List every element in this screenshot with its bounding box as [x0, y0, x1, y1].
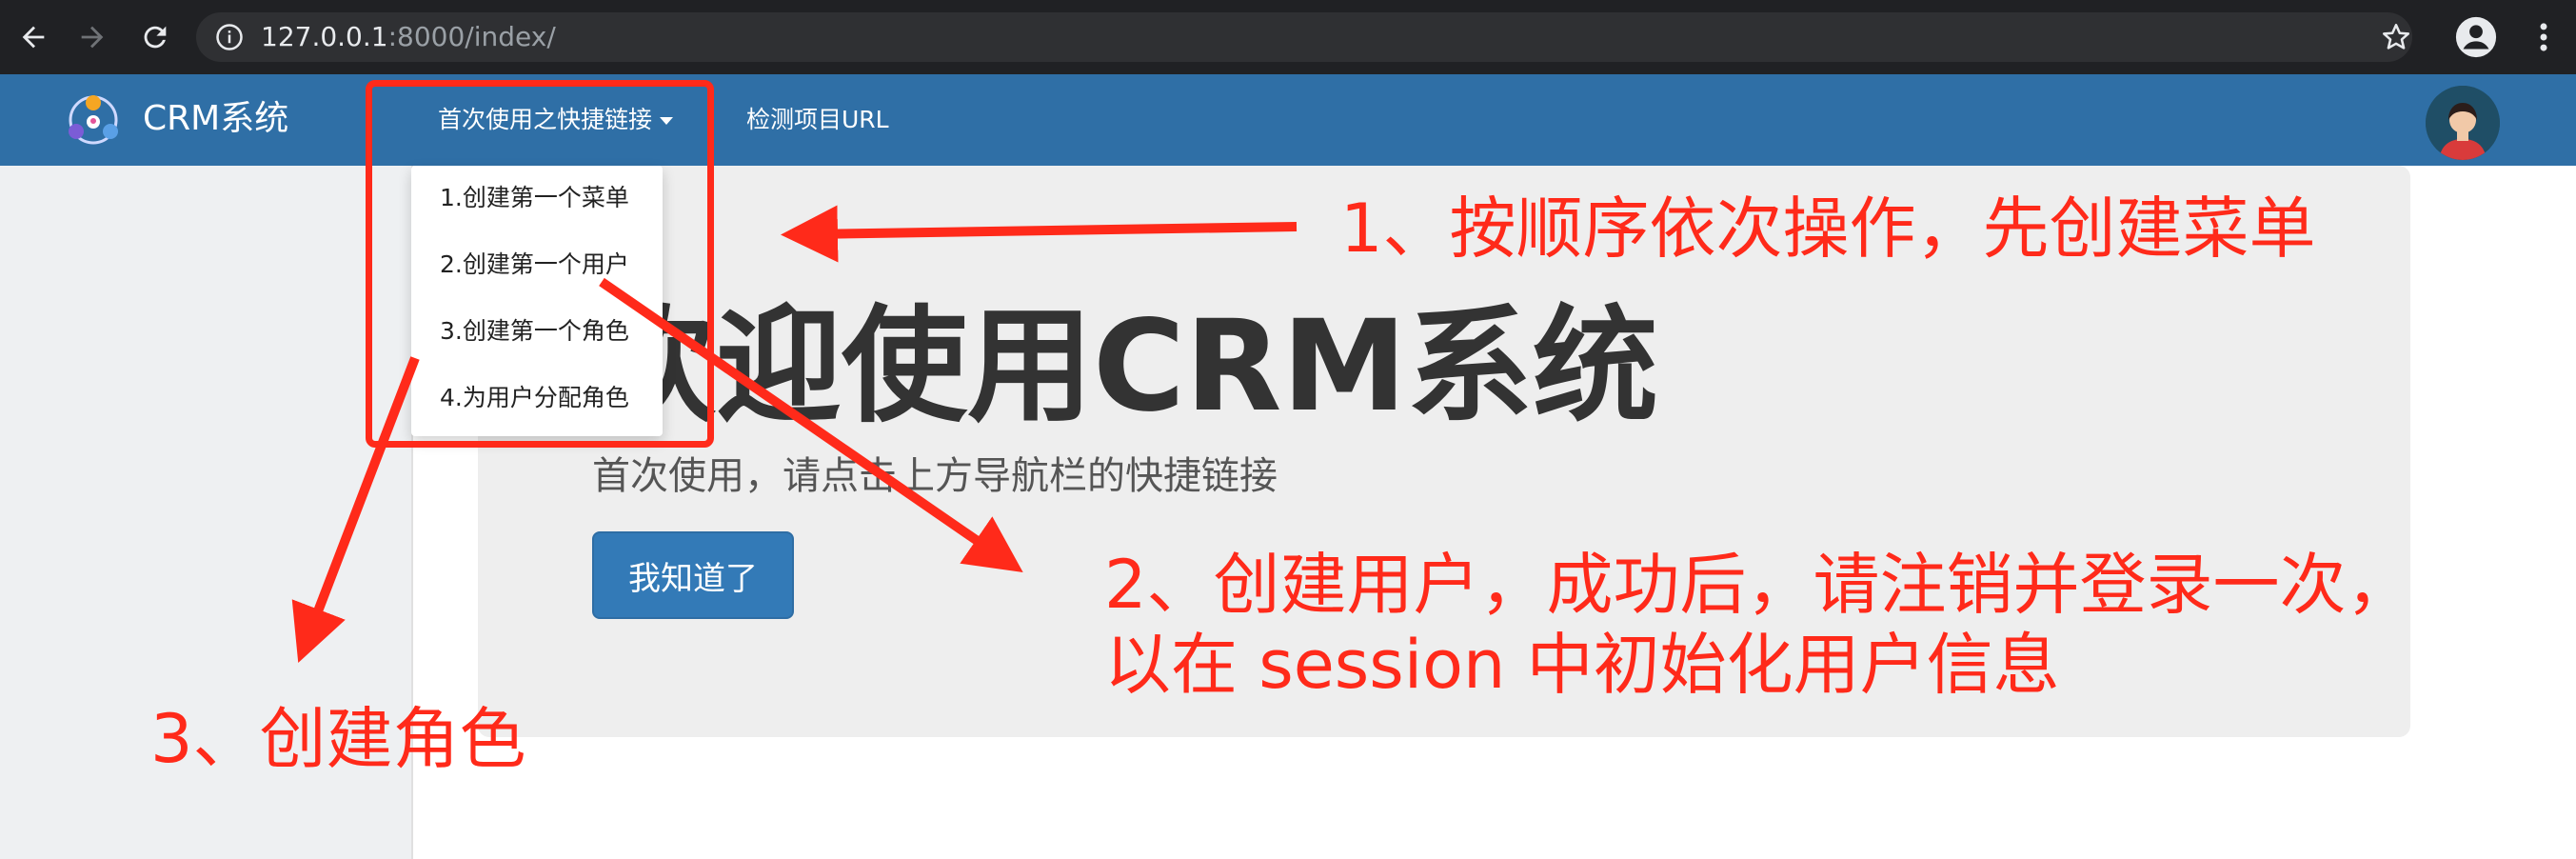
annotation-step-3: 3、创建角色 [150, 700, 526, 778]
annotation-step-2-line1: 2、创建用户，成功后，请注销并登录一次， [1104, 546, 2413, 624]
annotation-step-2-line2: 以在 session 中初始化用户信息 [1104, 626, 2060, 704]
arrow-to-menu [781, 205, 1298, 263]
annotation-step-1: 1、按顺序依次操作，先创建菜单 [1340, 190, 2316, 268]
arrow-to-role [291, 356, 420, 664]
arrow-to-user [599, 277, 1023, 573]
